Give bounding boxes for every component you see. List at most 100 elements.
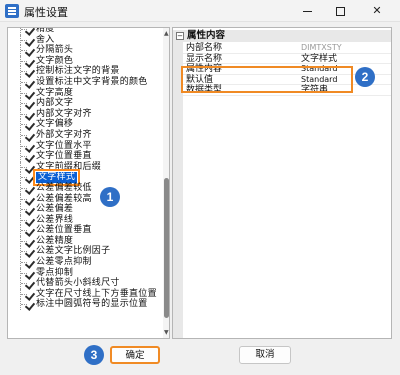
- tree-item[interactable]: 公差精度: [8, 235, 160, 247]
- maximize-icon: [335, 6, 345, 16]
- check-icon: [26, 173, 35, 182]
- check-icon: [26, 120, 35, 129]
- check-icon: [26, 67, 35, 76]
- tree-item-label: 公差偏差较高: [36, 193, 92, 204]
- tree-item[interactable]: 文字前缀和后缀: [8, 161, 160, 173]
- tree-item[interactable]: 公差偏差较低: [8, 182, 160, 194]
- check-icon: [26, 57, 35, 66]
- check-icon: [26, 110, 35, 119]
- tree-item-label: 零点抑制: [36, 267, 74, 278]
- tree-item-label: 精度: [36, 27, 55, 34]
- tree-item-label: 文字样式: [32, 169, 81, 186]
- tree-item-label: 公差偏差: [36, 204, 74, 215]
- property-value[interactable]: DIMTXSTY: [301, 43, 342, 54]
- properties-category[interactable]: − 属性内容: [173, 30, 391, 42]
- tree-list: 精度 舍入 分隔箭头 文字颜色 控制标注文字的背景 设置标注中文字背景的颜色 文字高度 内部文…: [8, 27, 160, 311]
- property-value[interactable]: 文字样式: [301, 54, 337, 65]
- tree-item[interactable]: 文字位置水平: [8, 140, 160, 152]
- check-icon: [26, 237, 35, 246]
- check-icon: [26, 226, 35, 235]
- highlight-box: [181, 66, 353, 93]
- collapse-icon[interactable]: −: [176, 32, 184, 40]
- tree-item-label: 舍入: [36, 34, 55, 45]
- ok-button[interactable]: 确定: [110, 346, 160, 364]
- tree-item[interactable]: 舍入: [8, 34, 160, 46]
- tree-item-label: 文字位置水平: [36, 140, 92, 151]
- tree-item[interactable]: 代替箭头小斜线尺寸: [8, 278, 160, 289]
- tree-item-label: 代替箭头小斜线尺寸: [36, 278, 120, 289]
- tree-item[interactable]: 公差位置垂直: [8, 225, 160, 236]
- tree-item[interactable]: 公差零点抑制: [8, 257, 160, 268]
- tree-item[interactable]: 零点抑制: [8, 267, 160, 279]
- tree-item-label: 标注中圆弧符号的显示位置: [36, 299, 148, 310]
- tree-item-label: 文字高度: [36, 87, 74, 98]
- check-icon: [26, 205, 35, 214]
- tree-item[interactable]: 外部文字对齐: [8, 129, 160, 141]
- tree-item[interactable]: 文字颜色: [8, 55, 160, 67]
- tree-item-label: 文字偏移: [36, 119, 74, 130]
- tree-item-label: 内部文字对齐: [36, 108, 92, 119]
- attribute-tree[interactable]: 精度 舍入 分隔箭头 文字颜色 控制标注文字的背景 设置标注中文字背景的颜色 文字高度 内部文…: [7, 27, 170, 339]
- check-icon: [26, 163, 35, 172]
- tree-item-label: 文字在尺寸线上下方垂直位置: [36, 288, 157, 299]
- tree-item-label: 内部文字: [36, 98, 74, 109]
- close-button[interactable]: ✕: [360, 0, 394, 22]
- window-title: 属性设置: [24, 6, 68, 19]
- property-name: 内部名称: [186, 43, 223, 53]
- properties-category-label: 属性内容: [187, 30, 226, 41]
- check-icon: [26, 28, 35, 34]
- tree-item-label: 公差偏差较低: [36, 182, 92, 193]
- callout-1: 1: [100, 187, 120, 207]
- tree-item[interactable]: 文字高度: [8, 87, 160, 99]
- minimize-icon: [302, 10, 312, 12]
- tree-item[interactable]: 标注中圆弧符号的显示位置: [8, 299, 160, 311]
- check-icon: [26, 99, 35, 108]
- tree-item[interactable]: 文字样式: [8, 169, 160, 186]
- check-icon: [26, 131, 35, 140]
- app-icon: [5, 4, 19, 18]
- tree-item[interactable]: 公差界线: [8, 214, 160, 226]
- tree-item[interactable]: 公差文字比例因子: [8, 246, 160, 258]
- minimize-button[interactable]: [290, 0, 324, 22]
- tree-item[interactable]: 内部文字: [8, 98, 160, 109]
- scroll-down-icon[interactable]: ▼: [164, 329, 169, 336]
- scroll-thumb[interactable]: [164, 178, 169, 318]
- tree-item-label: 公差界线: [36, 214, 74, 225]
- tree-item-label: 公差位置垂直: [36, 225, 92, 236]
- check-icon: [26, 216, 35, 225]
- maximize-button[interactable]: [323, 0, 357, 22]
- tree-item-label: 公差零点抑制: [36, 257, 92, 268]
- tree-item[interactable]: 公差偏差: [8, 204, 160, 215]
- scroll-up-icon[interactable]: ▲: [164, 30, 169, 37]
- check-icon: [26, 36, 35, 45]
- tree-item[interactable]: 文字在尺寸线上下方垂直位置: [8, 288, 160, 300]
- tree-item[interactable]: 内部文字对齐: [8, 108, 160, 120]
- property-row[interactable]: 内部名称 DIMTXSTY: [183, 43, 391, 54]
- tree-item[interactable]: 精度: [8, 27, 160, 35]
- property-name: 显示名称: [186, 53, 223, 64]
- check-icon: [26, 247, 35, 256]
- tree-item[interactable]: 公差偏差较高: [8, 193, 160, 205]
- check-icon: [26, 89, 35, 98]
- tree-item[interactable]: 文字位置垂直: [8, 151, 160, 162]
- tree-item-label: 公差文字比例因子: [36, 246, 111, 257]
- tree-item[interactable]: 控制标注文字的背景: [8, 66, 160, 77]
- tree-item-label: 公差精度: [36, 235, 74, 246]
- check-icon: [26, 258, 35, 267]
- callout-3: 3: [84, 345, 104, 365]
- tree-item[interactable]: 设置标注中文字背景的颜色: [8, 76, 160, 88]
- tree-item-label: 控制标注文字的背景: [36, 66, 120, 77]
- check-icon: [26, 78, 35, 87]
- check-icon: [26, 195, 35, 204]
- tree-item[interactable]: 文字偏移: [8, 119, 160, 130]
- title-bar: 属性设置 ✕: [0, 0, 400, 22]
- tree-item-label: 文字位置垂直: [36, 151, 92, 162]
- cancel-button[interactable]: 取消: [239, 346, 291, 364]
- check-icon: [26, 184, 35, 193]
- tree-item-label: 分隔箭头: [36, 45, 74, 56]
- property-row[interactable]: 显示名称 文字样式: [183, 54, 391, 65]
- check-icon: [26, 300, 35, 309]
- tree-item[interactable]: 分隔箭头: [8, 45, 160, 56]
- check-icon: [26, 46, 35, 55]
- tree-scrollbar[interactable]: ▲ ▼: [163, 28, 169, 338]
